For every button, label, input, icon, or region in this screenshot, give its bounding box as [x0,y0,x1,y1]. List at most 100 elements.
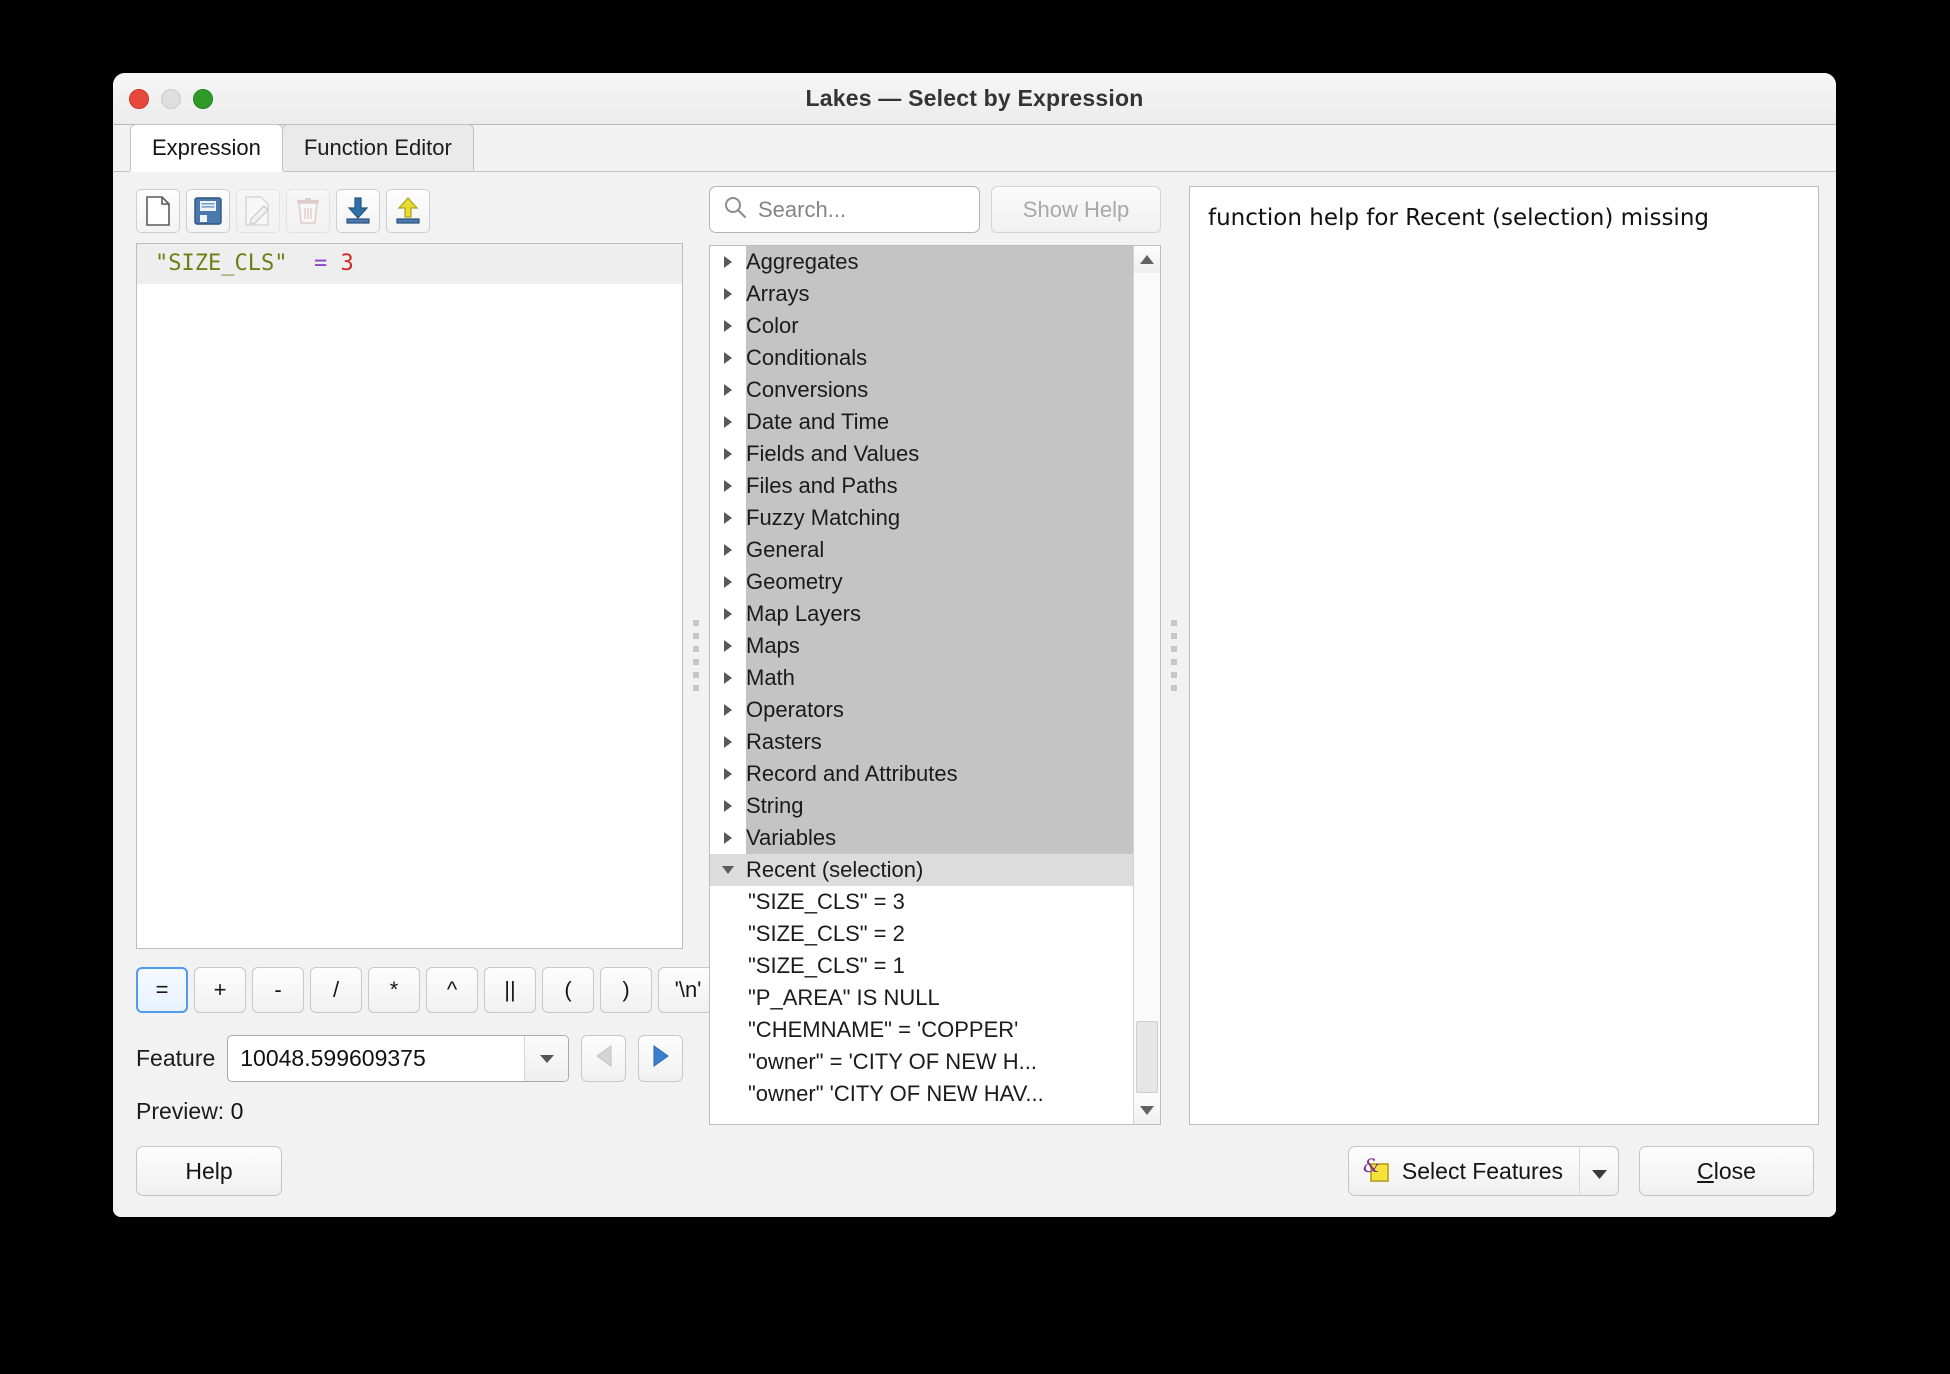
tree-group-files-and-paths[interactable]: Files and Paths [710,470,1133,502]
tree-group-maps[interactable]: Maps [710,630,1133,662]
recent-expression-item[interactable]: "CHEMNAME" = 'COPPER' [710,1014,1133,1046]
expression-field-token: "SIZE_CLS" [155,251,288,276]
import-button[interactable] [336,189,380,233]
next-feature-button[interactable] [638,1035,684,1082]
export-button[interactable] [386,189,430,233]
operator-button-divide[interactable]: / [310,967,362,1013]
chevron-right-icon[interactable] [710,447,746,461]
zoom-window-button[interactable] [193,88,213,109]
minimize-window-button[interactable] [161,88,181,109]
chevron-down-icon[interactable] [524,1036,569,1081]
function-tree[interactable]: Aggregates Arrays Color Conditionals Con… [710,246,1133,1124]
tree-group-geometry[interactable]: Geometry [710,566,1133,598]
recent-expression-item[interactable]: "SIZE_CLS" = 3 [710,886,1133,918]
chevron-right-icon[interactable] [710,479,746,493]
expression-text-editor[interactable]: "SIZE_CLS" = 3 [136,243,683,949]
tree-group-map-layers[interactable]: Map Layers [710,598,1133,630]
tree-group-fields-and-values[interactable]: Fields and Values [710,438,1133,470]
operator-button-minus[interactable]: - [252,967,304,1013]
tree-group-date-and-time[interactable]: Date and Time [710,406,1133,438]
operator-button-concat[interactable]: || [484,967,536,1013]
recent-expression-item[interactable]: "P_AREA" IS NULL [710,982,1133,1014]
help-panel-wrapper: function help for Recent (selection) mis… [1187,186,1819,1125]
preview-row: Preview: 0 [130,1082,683,1125]
show-help-label: Show Help [1022,196,1130,222]
recent-expression-item[interactable]: "owner" = 'CITY OF NEW H... [710,1046,1133,1078]
close-window-button[interactable] [129,88,149,109]
close-button[interactable]: Close [1639,1146,1814,1196]
tree-group-rasters[interactable]: Rasters [710,726,1133,758]
operator-button-equals[interactable]: = [136,967,188,1013]
search-input[interactable]: Search... [709,186,980,233]
new-file-button[interactable] [136,189,180,233]
expression-current-line: "SIZE_CLS" = 3 [137,244,682,284]
save-button[interactable] [186,189,230,233]
chevron-right-icon[interactable] [710,767,746,781]
chevron-right-icon[interactable] [710,831,746,845]
tree-group-conditionals[interactable]: Conditionals [710,342,1133,374]
operator-label: ^ [446,977,458,1002]
function-browser-panel: Search... Show Help Aggregates Arrays Co… [709,186,1161,1125]
tree-group-label: Rasters [746,729,822,754]
chevron-right-icon[interactable] [710,383,746,397]
select-features-button[interactable]: & Select Features [1347,1146,1579,1196]
tree-group-variables[interactable]: Variables [710,822,1133,854]
chevron-right-icon[interactable] [710,735,746,749]
chevron-right-icon[interactable] [710,511,746,525]
chevron-right-icon[interactable] [710,607,746,621]
splitter-right[interactable] [1161,186,1187,1125]
tree-group-recent-selection[interactable]: Recent (selection) [710,854,1133,886]
help-button[interactable]: Help [136,1146,282,1196]
import-icon [343,197,373,225]
operator-button-power[interactable]: ^ [426,967,478,1013]
tree-group-general[interactable]: General [710,534,1133,566]
splitter-grip-icon [693,620,699,691]
chevron-right-icon[interactable] [710,703,746,717]
tree-group-operators[interactable]: Operators [710,694,1133,726]
chevron-right-icon[interactable] [710,575,746,589]
recent-expression-item[interactable]: "owner" 'CITY OF NEW HAV... [710,1078,1133,1110]
function-help-panel: function help for Recent (selection) mis… [1189,186,1819,1125]
select-features-dropdown-button[interactable] [1579,1146,1619,1196]
recent-expression-item[interactable]: "SIZE_CLS" = 2 [710,918,1133,950]
tree-group-conversions[interactable]: Conversions [710,374,1133,406]
tab-function-editor-label: Function Editor [303,135,452,160]
tree-group-label: Color [746,313,799,338]
tree-group-arrays[interactable]: Arrays [710,278,1133,310]
chevron-right-icon[interactable] [710,287,746,301]
new-file-icon [145,196,171,226]
tree-group-string[interactable]: String [710,790,1133,822]
operator-button-open-paren[interactable]: ( [542,967,594,1013]
scroll-down-button[interactable] [1134,1097,1160,1124]
chevron-down-icon[interactable] [710,865,746,875]
operator-button-close-paren[interactable]: ) [600,967,652,1013]
expression-number-token: 3 [340,251,354,276]
scrollbar-thumb[interactable] [1136,1021,1158,1093]
tab-function-editor[interactable]: Function Editor [281,124,474,171]
tree-group-aggregates[interactable]: Aggregates [710,246,1133,278]
scrollbar-track[interactable] [1134,273,1160,1097]
chevron-right-icon[interactable] [710,639,746,653]
previous-feature-button [581,1035,627,1082]
chevron-right-icon[interactable] [710,351,746,365]
chevron-right-icon[interactable] [710,799,746,813]
chevron-right-icon[interactable] [710,319,746,333]
tree-group-math[interactable]: Math [710,662,1133,694]
function-tree-scrollbar[interactable] [1133,246,1160,1124]
tree-group-fuzzy-matching[interactable]: Fuzzy Matching [710,502,1133,534]
chevron-right-icon[interactable] [710,255,746,269]
tree-group-record-and-attributes[interactable]: Record and Attributes [710,758,1133,790]
chevron-right-icon[interactable] [710,415,746,429]
operator-button-plus[interactable]: + [194,967,246,1013]
chevron-right-icon[interactable] [710,671,746,685]
recent-expression-item[interactable]: "SIZE_CLS" = 1 [710,950,1133,982]
chevron-right-icon[interactable] [710,543,746,557]
splitter-left[interactable] [683,186,709,1125]
tree-group-color[interactable]: Color [710,310,1133,342]
operator-label: + [213,977,227,1002]
select-features-group: & Select Features [1347,1146,1619,1196]
tab-expression[interactable]: Expression [130,124,283,171]
feature-combobox[interactable]: 10048.599609375 [227,1035,570,1082]
operator-button-multiply[interactable]: * [368,967,420,1013]
scroll-up-button[interactable] [1134,246,1160,273]
